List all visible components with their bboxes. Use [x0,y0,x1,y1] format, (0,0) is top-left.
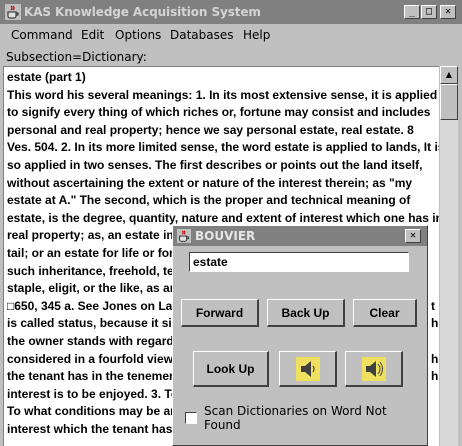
menu-help[interactable]: Help [243,28,270,42]
speaker-icon [295,356,320,381]
scroll-up-button[interactable]: ▲ [440,66,458,84]
look-up-button[interactable]: Look Up [193,351,269,387]
subsection-label: Subsection=Dictionary: [6,50,147,64]
java-cup-icon [177,229,191,243]
menu-options[interactable]: Options [115,28,161,42]
document-line: to signify every thing of which riches o… [7,105,431,120]
scroll-thumb[interactable] [440,84,458,120]
word-input[interactable]: estate [189,252,409,272]
document-line-fragment: h [431,351,439,366]
document-line: estate at A." The second, which is the p… [7,193,411,208]
document-line-fragment: h [431,316,439,331]
document-line-fragment: h [431,369,439,384]
back-up-button[interactable]: Back Up [267,299,345,327]
close-button[interactable]: ✕ [440,5,456,19]
forward-button[interactable]: Forward [181,299,259,327]
main-title-bar[interactable]: KAS Knowledge Acquisition System _ □ ✕ [0,0,462,24]
clear-button[interactable]: Clear [353,299,417,327]
menu-bar: Command Edit Options Databases Help [0,24,462,46]
document-line: estate (part 1) [7,70,86,84]
dialog-title-bar[interactable]: BOUVIER ✕ [173,226,427,246]
menu-edit[interactable]: Edit [81,28,104,42]
menu-databases[interactable]: Databases [170,28,234,42]
document-line: This word his several meanings: 1. In it… [7,87,438,102]
speaker-mute-icon [361,356,386,381]
dialog-close-button[interactable]: ✕ [405,229,421,243]
scan-dictionaries-row[interactable]: Scan Dictionaries on Word Not Found [185,404,427,432]
document-line: so applied in two senses. The first desc… [7,157,423,172]
menu-command[interactable]: Command [11,28,73,42]
minimize-button[interactable]: _ [404,5,420,19]
scan-dictionaries-checkbox[interactable] [185,412,197,424]
scan-dictionaries-label: Scan Dictionaries on Word Not Found [204,404,387,432]
document-line: without ascertaining the extent or natur… [7,175,413,190]
maximize-button[interactable]: □ [421,5,437,19]
java-cup-icon [5,4,21,20]
document-line-fragment: t [431,298,435,313]
speaker-mute-button[interactable] [345,351,403,387]
dialog-title: BOUVIER [195,229,256,243]
speaker-button[interactable] [279,351,337,387]
vertical-scrollbar[interactable]: ▲ [440,66,458,446]
bouvier-dialog: BOUVIER ✕ estate Forward Back Up Clear L… [172,225,428,446]
document-line: personal and real property; hence we say… [7,122,414,137]
document-line: Ves. 504. 2. In its more limited sense, … [7,140,439,155]
window-title: KAS Knowledge Acquisition System [24,5,261,19]
